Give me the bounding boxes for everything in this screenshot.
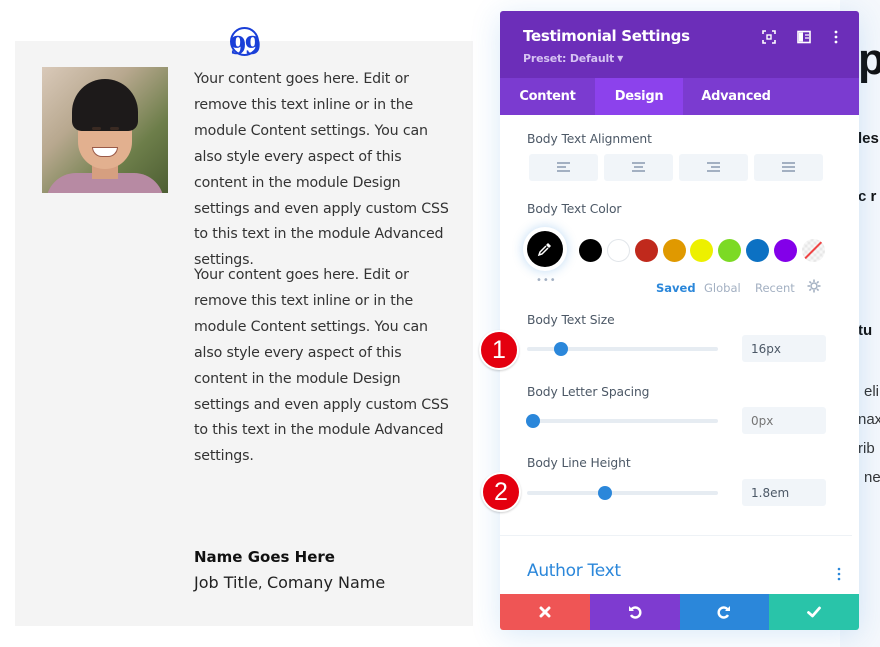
eyedropper-icon: [537, 243, 551, 257]
preset-dropdown[interactable]: Preset: Default ▼: [523, 52, 623, 65]
color-swatch-red[interactable]: [635, 239, 658, 262]
color-swatch-purple[interactable]: [774, 239, 797, 262]
color-swatch-white[interactable]: [607, 239, 630, 262]
palette-tab-global[interactable]: Global: [704, 281, 741, 295]
quote-icon: 99: [230, 27, 261, 58]
settings-panel: Testimonial Settings Preset: Default ▼ Co…: [500, 11, 859, 630]
tab-content[interactable]: Content: [500, 78, 595, 115]
panel-header[interactable]: Testimonial Settings Preset: Default ▼: [500, 11, 859, 78]
background-text-fragment: les: [858, 130, 879, 147]
job-separator: ,: [258, 576, 267, 592]
background-text-fragment: ne: [864, 469, 880, 486]
section-more-options-icon[interactable]: [833, 566, 845, 581]
split-view-icon[interactable]: [797, 29, 811, 44]
align-center-button[interactable]: [604, 154, 673, 181]
color-swatch-orange[interactable]: [663, 239, 686, 262]
panel-body: Body Text Alignment Body Text Color ••• …: [500, 115, 859, 600]
panel-title: Testimonial Settings: [523, 27, 690, 45]
color-swatch-green[interactable]: [718, 239, 741, 262]
align-left-button[interactable]: [529, 154, 598, 181]
body-letter-spacing-slider[interactable]: [525, 414, 718, 428]
body-letter-spacing-input[interactable]: [742, 407, 826, 434]
expand-icon[interactable]: [762, 29, 776, 44]
background-heading-fragment: p: [858, 35, 880, 84]
tab-design[interactable]: Design: [595, 78, 683, 115]
author-portrait: [42, 67, 168, 193]
redo-button[interactable]: [679, 594, 770, 630]
align-justify-button[interactable]: [754, 154, 823, 181]
body-text-alignment-label: Body Text Alignment: [527, 132, 652, 146]
color-swatch-yellow[interactable]: [690, 239, 713, 262]
body-text-size-label: Body Text Size: [527, 313, 615, 327]
redo-icon: [717, 606, 731, 619]
undo-icon: [628, 606, 642, 619]
color-swatch-none[interactable]: [802, 239, 825, 262]
palette-settings-gear-icon[interactable]: [807, 278, 821, 293]
close-icon: [539, 606, 551, 618]
panel-footer: [500, 594, 859, 630]
author-job-title[interactable]: Job Title, Comany Name: [194, 573, 385, 592]
background-text-fragment: eli: [864, 383, 880, 400]
background-text-fragment: nax: [858, 411, 880, 428]
author-name[interactable]: Name Goes Here: [194, 548, 335, 566]
background-text-fragment: tu: [858, 322, 873, 339]
body-text-color-label: Body Text Color: [527, 202, 622, 216]
color-picker-button[interactable]: [527, 231, 563, 267]
preset-label: Preset: Default: [523, 52, 615, 65]
more-colors-icon[interactable]: •••: [536, 275, 557, 286]
palette-tab-recent[interactable]: Recent: [755, 281, 795, 295]
background-text-fragment: rib: [858, 440, 875, 457]
body-letter-spacing-label: Body Letter Spacing: [527, 385, 650, 399]
color-swatch-blue[interactable]: [746, 239, 769, 262]
body-text-size-slider-handle[interactable]: [554, 342, 569, 356]
color-swatch-black[interactable]: [579, 239, 602, 262]
body-line-height-input[interactable]: [742, 479, 826, 506]
body-text-size-slider[interactable]: [527, 342, 718, 356]
annotation-badge-1: 1: [479, 330, 519, 370]
body-letter-spacing-slider-handle[interactable]: [525, 414, 540, 428]
body-text-size-input[interactable]: [742, 335, 826, 362]
background-text-fragment: c r: [858, 188, 877, 205]
body-line-height-label: Body Line Height: [527, 456, 631, 470]
testimonial-body-paragraph[interactable]: Your content goes here. Edit or remove t…: [194, 67, 459, 274]
testimonial-body-paragraph[interactable]: Your content goes here. Edit or remove t…: [194, 263, 459, 470]
job-title: Job Title: [194, 573, 259, 592]
author-text-section-toggle[interactable]: Author Text: [527, 561, 621, 581]
discard-button[interactable]: [500, 594, 590, 630]
panel-tabs: Content Design Advanced: [500, 78, 859, 115]
section-divider: [500, 535, 852, 536]
company-name: Comany Name: [266, 573, 386, 592]
check-icon: [807, 606, 822, 618]
annotation-badge-2: 2: [481, 472, 521, 512]
caret-down-icon: ▼: [617, 54, 624, 63]
palette-tab-saved[interactable]: Saved: [656, 281, 696, 295]
tab-advanced[interactable]: Advanced: [683, 78, 789, 115]
undo-button[interactable]: [589, 594, 680, 630]
align-right-button[interactable]: [679, 154, 748, 181]
more-options-icon[interactable]: [829, 29, 843, 44]
body-line-height-slider[interactable]: [527, 486, 718, 500]
save-button[interactable]: [769, 594, 859, 630]
body-line-height-slider-handle[interactable]: [598, 486, 613, 500]
